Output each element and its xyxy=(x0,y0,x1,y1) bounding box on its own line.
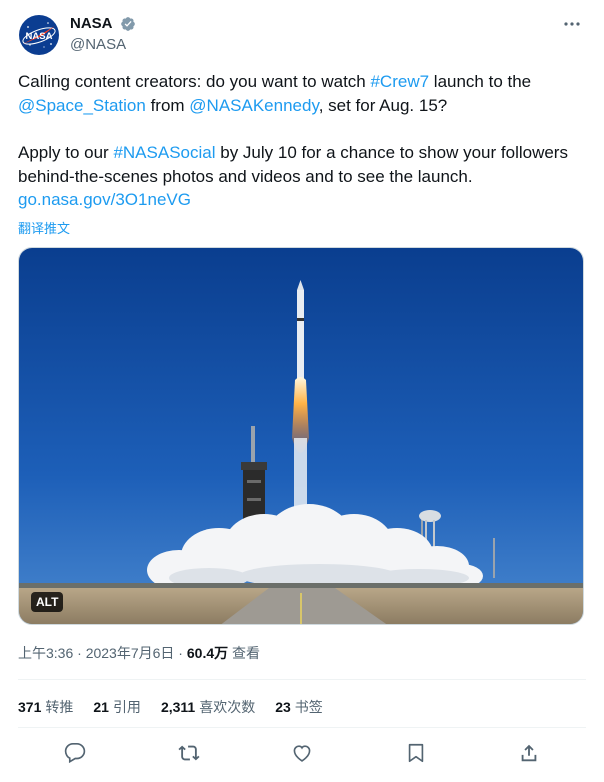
stat-count: 21 xyxy=(93,699,109,715)
hashtag-link[interactable]: #NASASocial xyxy=(113,143,215,162)
bookmark-button[interactable] xyxy=(403,740,429,766)
stat-retweets[interactable]: 371 转推 xyxy=(18,697,73,717)
share-button[interactable] xyxy=(516,740,542,766)
reply-button[interactable] xyxy=(62,740,88,766)
divider xyxy=(18,679,586,680)
avatar[interactable]: NASA xyxy=(18,14,60,56)
tweet-meta: 上午3:36 · 2023年7月6日 · 60.4万 查看 xyxy=(18,643,260,663)
stat-likes[interactable]: 2,311 喜欢次数 xyxy=(161,697,255,717)
translate-tweet-link[interactable]: 翻译推文 xyxy=(18,218,70,237)
more-dots-icon xyxy=(564,22,580,26)
tweet-paragraph-2: Apply to our #NASASocial by July 10 for … xyxy=(18,141,588,212)
url-link[interactable]: go.nasa.gov/3O1neVG xyxy=(18,190,191,209)
retweet-icon xyxy=(177,745,200,761)
media-image[interactable]: ALT xyxy=(18,247,584,625)
text-segment: from xyxy=(145,95,190,115)
tweet-header: NASA NASA @NASA xyxy=(18,12,586,56)
stat-count: 23 xyxy=(275,699,291,715)
nasa-meatball-logo-icon: NASA xyxy=(19,15,59,55)
stat-label: 引用 xyxy=(112,699,141,715)
hashtag-link[interactable]: #Crew7 xyxy=(370,72,429,91)
tweet-date[interactable]: 2023年7月6日 xyxy=(86,645,175,661)
meta-separator: · xyxy=(73,645,86,661)
verified-badge-icon[interactable] xyxy=(120,16,136,32)
nasa-logo-wordmark: NASA xyxy=(26,31,53,42)
mention-link[interactable]: @NASAKennedy xyxy=(189,96,318,115)
stat-count: 2,311 xyxy=(160,699,196,715)
retweet-button[interactable] xyxy=(176,740,202,766)
alt-text-badge[interactable]: ALT xyxy=(31,592,64,612)
display-name[interactable]: NASA xyxy=(70,14,113,34)
views-count: 60.4万 xyxy=(186,645,229,661)
stat-quotes[interactable]: 21 引用 xyxy=(93,697,141,717)
stat-label: 书签 xyxy=(294,699,323,715)
text-segment: Apply to our xyxy=(18,143,114,162)
stat-count: 371 xyxy=(18,699,42,715)
share-icon xyxy=(521,744,537,762)
text-segment: , set for Aug. 15? xyxy=(318,95,448,115)
divider xyxy=(18,727,586,728)
views-label: 查看 xyxy=(232,645,261,661)
tweet-detail: NASA NASA @NASA Calling content creators… xyxy=(0,0,604,782)
more-options-button[interactable] xyxy=(560,14,584,34)
bookmark-icon xyxy=(408,743,423,763)
like-button[interactable] xyxy=(289,740,315,766)
tweet-paragraph-1: Calling content creators: do you want to… xyxy=(18,70,588,117)
engagement-stats: 371 转推 21 引用 2,311 喜欢次数 23 书签 xyxy=(18,697,343,717)
reply-icon xyxy=(64,743,86,764)
action-bar xyxy=(18,740,586,770)
text-segment: launch to the xyxy=(429,72,532,91)
like-icon xyxy=(293,745,311,762)
mention-link[interactable]: @Space_Station xyxy=(18,96,146,115)
author-handle[interactable]: @NASA xyxy=(70,35,136,55)
tweet-text: Calling content creators: do you want to… xyxy=(18,70,588,212)
rocket-launch-photo xyxy=(19,248,583,624)
stat-bookmarks[interactable]: 23 书签 xyxy=(275,697,323,717)
author-block: NASA @NASA xyxy=(70,14,136,55)
tweet-time[interactable]: 上午3:36 xyxy=(18,645,73,661)
meta-separator: · xyxy=(174,645,187,661)
stat-label: 喜欢次数 xyxy=(199,699,256,715)
stat-label: 转推 xyxy=(45,699,74,715)
text-segment: Calling content creators: do you want to… xyxy=(18,72,371,91)
